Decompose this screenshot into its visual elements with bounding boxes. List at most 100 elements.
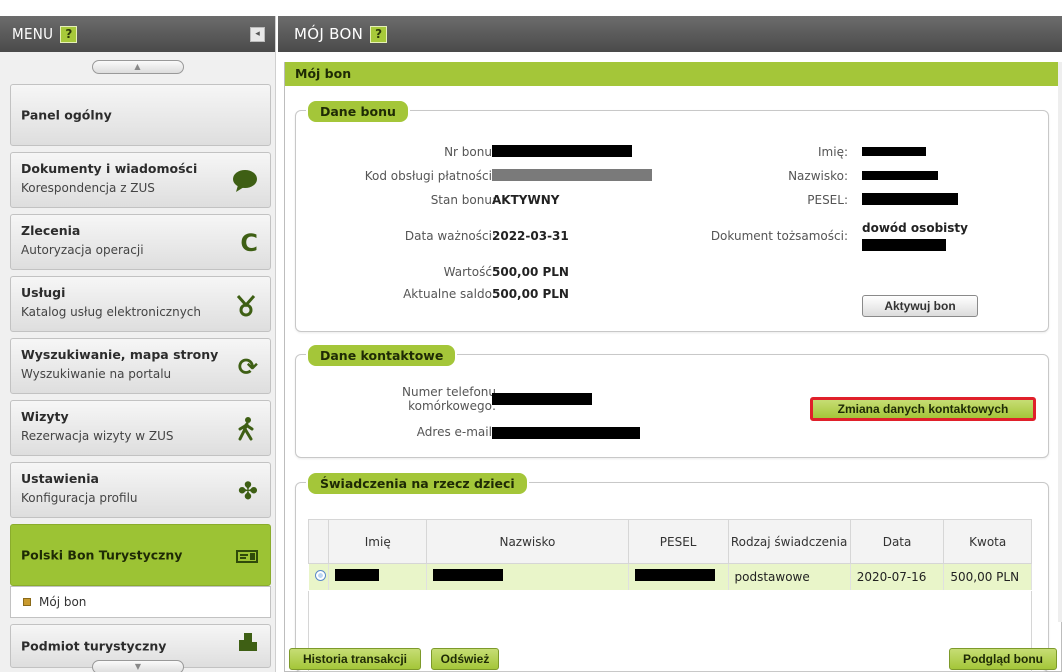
imie-cell [328, 563, 428, 590]
sidebar-item-ustawienia[interactable]: Ustawienia Konfiguracja profilu ✤ [10, 462, 271, 518]
content-area: Mój bon Dane bonu Nr bonu: Kod obsługi p… [284, 62, 1062, 672]
sidebar-item-dokumenty[interactable]: Dokumenty i wiadomości Korespondencja z … [10, 152, 271, 208]
column-header-pesel[interactable]: PESEL [627, 519, 729, 564]
column-header-imie[interactable]: Imię [328, 519, 428, 564]
swiadczenia-panel: Świadczenia na rzecz dzieci Imię Nazwisk… [295, 471, 1049, 672]
zmiana-danych-kontaktowych-button[interactable]: Zmiana danych kontaktowych [810, 397, 1036, 421]
stan-bonu-value: AKTYWNY [492, 193, 560, 207]
sidebar-item-zlecenia[interactable]: Zlecenia Autoryzacja operacji C [10, 214, 271, 270]
puzzle-icon: ✤ [237, 477, 258, 505]
sidebar-item-wizyty[interactable]: Wizyty Rezerwacja wizyty w ZUS [10, 400, 271, 456]
column-header-rodzaj[interactable]: Rodzaj świadczenia [727, 519, 851, 564]
sidebar-item-label: Polski Bon Turystyczny [21, 547, 183, 563]
saldo-value: 500,00 PLN [492, 287, 569, 301]
vertical-scrollbar[interactable] [1058, 62, 1062, 622]
telefon-redacted [492, 393, 592, 405]
nazwisko-cell-redacted [433, 569, 504, 582]
column-header-nazwisko[interactable]: Nazwisko [426, 519, 629, 564]
pesel-cell-redacted [634, 569, 715, 582]
dane-bonu-panel: Dane bonu Nr bonu: Kod obsługi płatności… [295, 99, 1049, 332]
aktywuj-bon-button[interactable]: Aktywuj bon [862, 295, 978, 317]
bullet-icon [23, 598, 31, 606]
walking-person-icon [236, 417, 258, 445]
table-header-row: Imię Nazwisko PESEL Rodzaj świadczenia D… [307, 519, 1032, 564]
sidebar-item-label: Zlecenia [21, 223, 81, 238]
nazwisko-redacted [862, 171, 938, 180]
sidebar-item-wyszukiwanie[interactable]: Wyszukiwanie, mapa strony Wyszukiwanie n… [10, 338, 271, 394]
table-row[interactable]: podstawowe 2020-07-16 500,00 PLN [308, 563, 1032, 590]
data-cell: 2020-07-16 [850, 563, 945, 590]
voucher-icon [236, 547, 258, 571]
sidebar-item-panel-ogolny[interactable]: Panel ogólny [10, 84, 271, 146]
pesel-label: PESEL: [807, 193, 848, 207]
kod-obslugi-redacted [492, 169, 652, 181]
services-icon [234, 293, 258, 321]
section-title-bar: Mój bon [285, 62, 1061, 86]
menu-scroll-down-button[interactable]: ▼ [92, 660, 184, 672]
sidebar-item-sublabel: Korespondencja z ZUS [21, 181, 155, 195]
page-title: MÓJ BON [294, 25, 364, 43]
nr-bonu-label: Nr bonu: [444, 145, 496, 159]
building-icon [238, 631, 258, 657]
kod-obslugi-label: Kod obsługi płatności: [364, 169, 496, 183]
collapse-menu-icon[interactable]: ◂ [250, 26, 265, 42]
sidebar-item-label: Wyszukiwanie, mapa strony [21, 347, 219, 362]
menu-header: MENU ? ◂ [0, 16, 275, 52]
menu-scroll-up-button[interactable]: ▲ [91, 60, 184, 74]
sidebar-item-label: Podmiot turystyczny [21, 638, 167, 654]
email-redacted [492, 427, 640, 439]
sidebar-item-sublabel: Katalog usług elektronicznych [21, 305, 201, 319]
sidebar-item-uslugi[interactable]: Usługi Katalog usług elektronicznych [10, 276, 271, 332]
imie-cell-redacted [335, 569, 380, 582]
nr-bonu-redacted [492, 145, 632, 157]
data-waznosci-label: Data ważności: [404, 229, 496, 243]
sidebar-item-label: Dokumenty i wiadomości [21, 161, 198, 176]
wartosc-label: Wartość: [443, 265, 496, 279]
dokument-label: Dokument tożsamości: [710, 229, 848, 243]
sidebar-item-sublabel: Autoryzacja operacji [21, 243, 144, 257]
menu-title: MENU [12, 25, 54, 43]
submenu-item-label: Mój bon [39, 595, 87, 609]
telefon-label-line1: Numer telefonu [402, 385, 496, 399]
column-header-kwota[interactable]: Kwota [943, 519, 1032, 564]
dokument-number-redacted [862, 239, 946, 251]
sync-icon: ⟳ [237, 353, 258, 381]
radio-button-icon[interactable] [314, 569, 326, 581]
dane-kontaktowe-tab: Dane kontaktowe [306, 343, 458, 368]
refresh-c-icon: C [240, 229, 258, 257]
sidebar-item-label: Panel ogólny [21, 107, 112, 123]
pesel-cell [628, 563, 729, 590]
nazwisko-cell [426, 563, 629, 590]
speech-bubble-icon [232, 169, 258, 197]
dokument-value: dowód osobisty [862, 221, 968, 235]
dane-bonu-tab: Dane bonu [306, 99, 410, 124]
sidebar-menu: MENU ? ◂ ▲ Panel ogólny Dokumenty i wiad… [0, 16, 276, 672]
imie-label: Imię: [818, 145, 848, 159]
imie-redacted [862, 147, 926, 156]
nazwisko-label: Nazwisko: [788, 169, 848, 183]
odswiez-button[interactable]: Odśwież [431, 648, 499, 670]
sidebar-item-label: Wizyty [21, 409, 69, 424]
column-header-data[interactable]: Data [849, 519, 945, 564]
pesel-redacted [862, 193, 958, 205]
main-area: MÓJ BON ? Mój bon Dane bonu Nr bonu: Kod… [278, 16, 1062, 672]
sidebar-item-polski-bon-turystyczny[interactable]: Polski Bon Turystyczny [10, 524, 271, 586]
main-header: MÓJ BON ? [278, 16, 1062, 52]
sidebar-item-label: Usługi [21, 285, 66, 300]
kwota-cell: 500,00 PLN [943, 563, 1032, 590]
email-label: Adres e-mail: [416, 425, 496, 439]
row-select-cell[interactable] [308, 563, 330, 590]
sidebar-item-label: Ustawienia [21, 471, 99, 486]
menu-help-icon[interactable]: ? [60, 25, 78, 43]
submenu-item-moj-bon[interactable]: Mój bon [10, 586, 271, 618]
rodzaj-cell: podstawowe [728, 563, 851, 590]
swiadczenia-tab: Świadczenia na rzecz dzieci [306, 471, 529, 496]
dane-kontaktowe-panel: Dane kontaktowe Numer telefonu komórkowe… [295, 343, 1049, 458]
page-help-icon[interactable]: ? [370, 25, 388, 43]
data-waznosci-value: 2022-03-31 [492, 229, 569, 243]
stan-bonu-label: Stan bonu: [430, 193, 496, 207]
historia-transakcji-button[interactable]: Historia transakcji [289, 648, 421, 670]
podglad-bonu-button[interactable]: Podgląd bonu [949, 648, 1057, 670]
sidebar-item-sublabel: Wyszukiwanie na portalu [21, 367, 172, 381]
sidebar-item-sublabel: Rezerwacja wizyty w ZUS [21, 429, 174, 443]
